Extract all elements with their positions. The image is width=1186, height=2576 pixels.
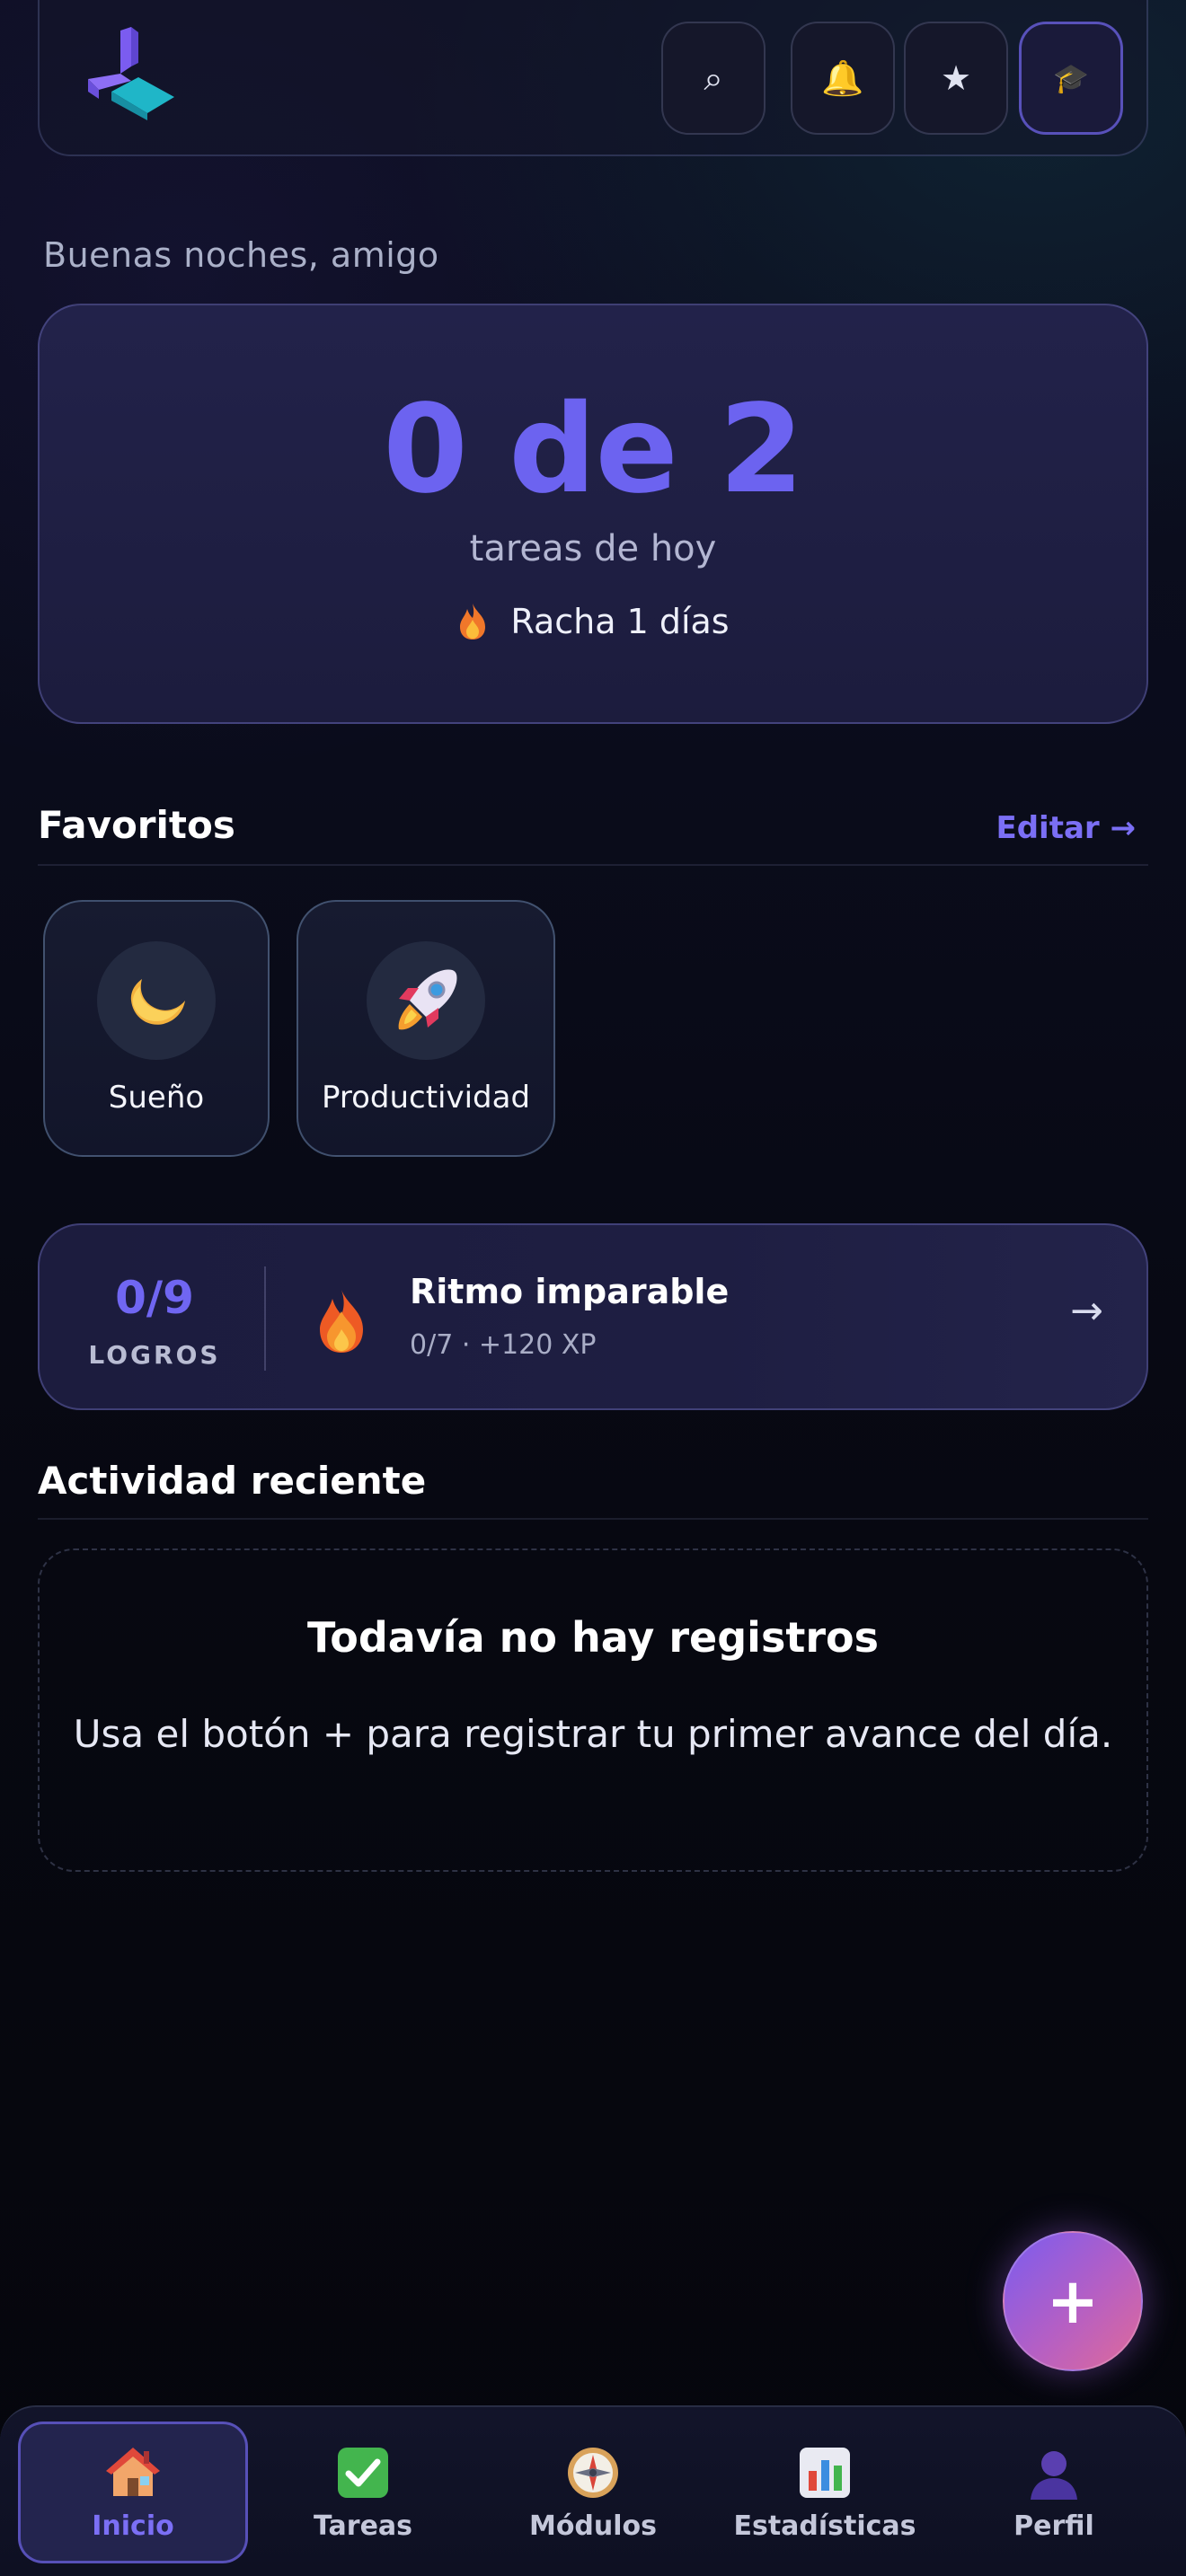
favorite-label: Sueño <box>108 1080 205 1116</box>
bar-chart-icon <box>800 2447 850 2498</box>
add-entry-button[interactable]: + <box>1003 2231 1143 2371</box>
check-box-icon <box>338 2447 388 2498</box>
greeting-text: Buenas noches, amigo <box>43 235 439 275</box>
house-icon <box>106 2447 160 2496</box>
nav-label: Perfil <box>1013 2510 1094 2542</box>
nav-item-perfil[interactable]: Perfil <box>978 2422 1130 2563</box>
logo-icon[interactable] <box>84 27 180 122</box>
section-divider <box>38 864 1148 866</box>
compass-icon <box>568 2447 618 2498</box>
tasks-label: tareas de hoy <box>469 528 717 569</box>
achievements-card[interactable]: 0/9 LOGROS Ritmo imparable 0/7 · +120 XP… <box>38 1223 1148 1410</box>
streak-text: Racha 1 días <box>510 602 730 641</box>
section-divider <box>38 1518 1148 1520</box>
graduation-cap-icon: 🎓 <box>1053 61 1089 95</box>
nav-label: Módulos <box>528 2510 658 2542</box>
plus-icon: + <box>1046 2264 1100 2338</box>
top-header: ⌕ 🔔 ★ 🎓 <box>38 0 1148 156</box>
streak-row: Racha 1 días <box>40 602 1146 641</box>
search-icon: ⌕ <box>704 57 723 98</box>
achievements-label: LOGROS <box>88 1340 221 1370</box>
search-button[interactable]: ⌕ <box>661 22 766 135</box>
nav-item-tareas[interactable]: Tareas <box>266 2422 460 2563</box>
nav-item-estadisticas[interactable]: Estadísticas <box>722 2422 927 2563</box>
edit-favorites-link[interactable]: Editar → <box>996 810 1136 846</box>
nav-label: Inicio <box>92 2510 174 2542</box>
nav-item-inicio[interactable]: Inicio <box>18 2422 248 2563</box>
rocket-icon <box>398 969 457 1030</box>
app-screen: ⌕ 🔔 ★ 🎓 Buenas noches, amigo 0 de 2 tare… <box>0 0 1186 2576</box>
favorites-title: Favoritos <box>38 803 235 847</box>
nav-label: Tareas <box>313 2510 413 2542</box>
bottom-navigation: Inicio Tareas Módulos Estadísticas Perfi… <box>0 2405 1186 2576</box>
achievement-title: Ritmo imparable <box>410 1272 730 1311</box>
favorites-button[interactable]: ★ <box>904 22 1008 135</box>
moon-icon <box>130 979 185 1025</box>
fav-icon-bg <box>367 941 485 1060</box>
empty-text: Usa el botón + para registrar tu primer … <box>73 1712 1113 1756</box>
nav-item-modulos[interactable]: Módulos <box>492 2422 694 2563</box>
favorite-label: Productividad <box>321 1080 531 1116</box>
flame-icon <box>460 604 486 640</box>
fav-icon-bg <box>97 941 216 1060</box>
star-icon: ★ <box>940 58 972 98</box>
activity-title: Actividad reciente <box>38 1459 427 1503</box>
favorite-tile-sleep[interactable]: Sueño <box>43 900 270 1157</box>
tasks-count: 0 de 2 <box>383 379 804 521</box>
flame-icon <box>320 1290 363 1353</box>
user-icon <box>1031 2450 1077 2500</box>
achievements-count: 0/9 <box>115 1272 194 1324</box>
achievements-divider <box>264 1266 266 1371</box>
notifications-button[interactable]: 🔔 <box>791 22 895 135</box>
achievement-progress: 0/7 · +120 XP <box>410 1329 597 1361</box>
empty-title: Todavía no hay registros <box>306 1613 879 1662</box>
learning-button[interactable]: 🎓 <box>1019 22 1123 135</box>
activity-empty-state: Todavía no hay registros Usa el botón + … <box>38 1548 1148 1872</box>
nav-label: Estadísticas <box>733 2510 916 2542</box>
arrow-right-icon[interactable]: → <box>1070 1288 1103 1334</box>
bell-icon: 🔔 <box>821 57 864 98</box>
favorite-tile-productivity[interactable]: Productividad <box>296 900 555 1157</box>
daily-progress-card[interactable]: 0 de 2 tareas de hoy Racha 1 días <box>38 304 1148 724</box>
